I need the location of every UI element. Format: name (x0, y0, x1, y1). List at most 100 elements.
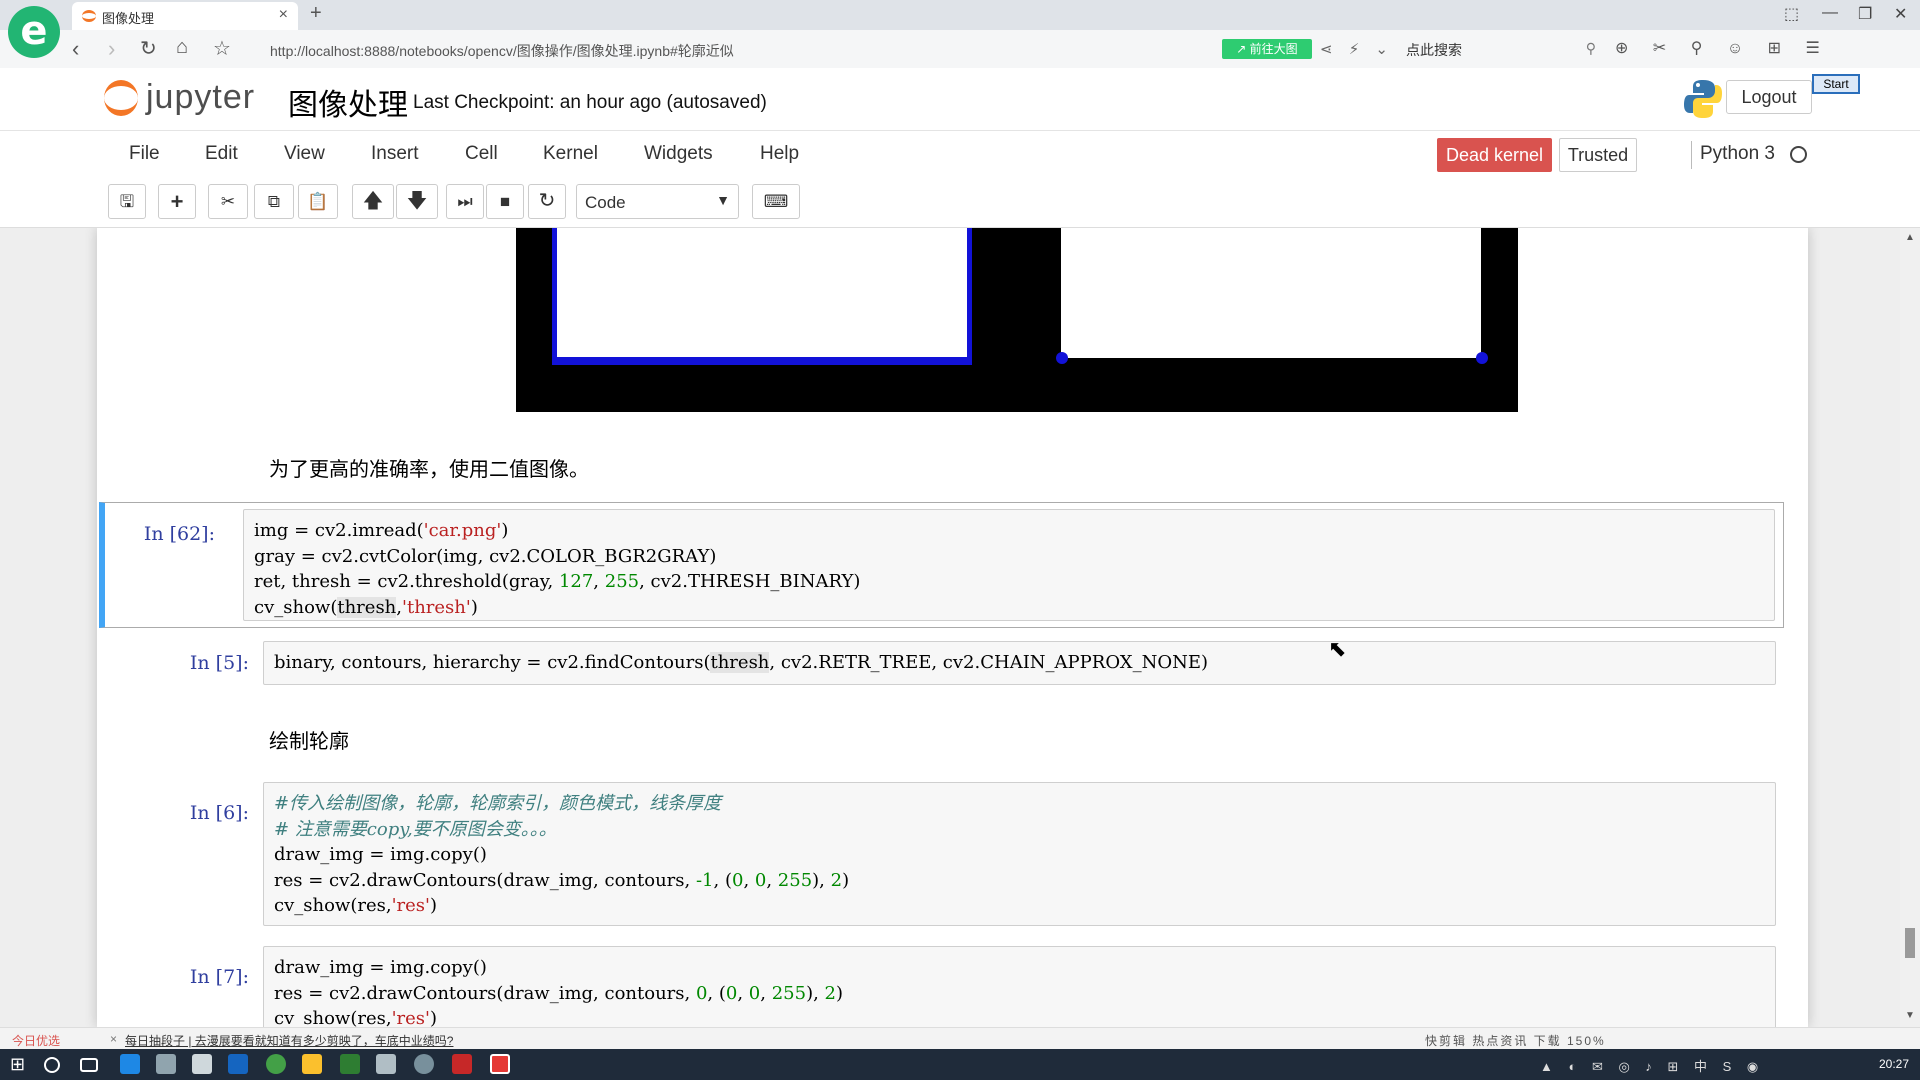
url-badge-button[interactable]: ↗ 前往大图 (1222, 39, 1312, 59)
browser-tab[interactable]: 图像处理 × (72, 2, 298, 30)
app-icon[interactable] (414, 1054, 434, 1074)
menu-widgets[interactable]: Widgets (644, 143, 713, 165)
input-prompt: In [62]: (143, 523, 215, 545)
menu-insert[interactable]: Insert (371, 143, 419, 165)
extension-icons[interactable]: ⊕ ✂ ⚲ ☺ ⊞ ☰ (1615, 38, 1830, 58)
command-palette-button[interactable]: ⌨ (752, 184, 800, 219)
pycharm-icon[interactable] (340, 1054, 360, 1074)
cut-button[interactable]: ✂ (208, 184, 248, 219)
windows-taskbar: ⊞ ▲ ◐ ✉ ◎ ♪ ⊞ 中 S ◉ 20:27 (0, 1049, 1920, 1080)
notebook-name[interactable]: 图像处理 (288, 80, 408, 124)
scroll-up-icon[interactable]: ▲ (1905, 232, 1915, 243)
input-prompt: In [5]: (189, 652, 249, 674)
share-icon[interactable]: ⋖ ⚡ ⌄ (1320, 40, 1394, 58)
code-text: draw_img = img.copy() res = cv2.drawCont… (274, 957, 844, 1027)
interrupt-button[interactable]: ■ (486, 184, 524, 219)
today-picks-label[interactable]: 今日优选 (12, 1032, 60, 1049)
move-down-button[interactable]: 🡇 (396, 184, 438, 219)
menu-help[interactable]: Help (760, 143, 799, 165)
refresh-icon: ↻ (538, 190, 556, 212)
arrow-up-icon: 🡅 (362, 190, 384, 212)
code-input[interactable]: draw_img = img.copy() res = cv2.drawCont… (263, 946, 1776, 1027)
paste-button[interactable]: 📋 (298, 184, 338, 219)
scroll-down-icon[interactable]: ▼ (1905, 1010, 1915, 1021)
code-text: #传入绘制图像，轮廓，轮廓索引，颜色模式，线条厚度 # 注意需要copy,要不原… (274, 793, 850, 916)
menu-cell[interactable]: Cell (465, 143, 498, 165)
folder-icon[interactable] (302, 1054, 322, 1074)
code-cell[interactable]: In [7]: draw_img = img.copy() res = cv2.… (99, 944, 1784, 1027)
code-cell[interactable]: In [5]: binary, contours, hierarchy = cv… (99, 638, 1784, 702)
paste-icon: 📋 (307, 192, 329, 211)
scrollbar-thumb[interactable] (1905, 928, 1915, 958)
kernel-idle-icon (1790, 146, 1807, 163)
checkpoint-status: Last Checkpoint: an hour ago (autosaved) (413, 92, 767, 113)
pin-icon[interactable]: ⬚ (1784, 4, 1799, 24)
trusted-indicator[interactable]: Trusted (1559, 138, 1637, 172)
plus-icon: + (170, 189, 184, 214)
close-window-icon[interactable]: ✕ (1894, 4, 1907, 24)
search-input[interactable]: 点此搜索 ⚲ (1400, 38, 1600, 60)
kernel-name: Python 3 (1700, 143, 1775, 164)
cell-type-select[interactable]: Code ▼ (576, 184, 739, 219)
code-cell[interactable]: In [62]: img = cv2.imread('car.png') gra… (99, 502, 1784, 628)
vscode-icon[interactable] (228, 1054, 248, 1074)
restart-button[interactable]: ↻ (528, 184, 566, 219)
input-prompt: In [6]: (189, 802, 249, 824)
search-icon[interactable] (44, 1057, 60, 1073)
save-button[interactable]: 🖫 (108, 184, 146, 219)
close-tab-icon[interactable]: × (279, 6, 288, 24)
code-input[interactable]: binary, contours, hierarchy = cv2.findCo… (263, 641, 1776, 685)
bookmark-star-icon[interactable]: ☆ (213, 36, 231, 61)
news-link[interactable]: 每日抽段子 | 去漫展要看就知道有多少剪映了，车底中业绩吗? (125, 1032, 453, 1049)
step-forward-icon: ⏭ (457, 192, 473, 211)
jupyter-favicon-icon (82, 10, 96, 22)
insert-cell-button[interactable]: + (158, 184, 196, 219)
refresh-icon[interactable]: ↻ (140, 36, 157, 61)
start-button[interactable]: Start (1812, 74, 1860, 94)
mouse-cursor-icon: ⬉ (1328, 636, 1347, 661)
chrome-icon[interactable] (266, 1054, 286, 1074)
minimize-icon[interactable]: — (1822, 4, 1838, 22)
menu-edit[interactable]: Edit (205, 143, 238, 165)
store-icon[interactable] (156, 1054, 176, 1074)
arrow-down-icon: 🡇 (406, 190, 428, 212)
move-up-button[interactable]: 🡅 (352, 184, 394, 219)
logout-button[interactable]: Logout (1726, 80, 1812, 114)
code-input[interactable]: img = cv2.imread('car.png') gray = cv2.c… (243, 509, 1775, 621)
edge-icon[interactable] (120, 1054, 140, 1074)
run-button[interactable]: ⏭ (446, 184, 484, 219)
close-news-icon[interactable]: × (110, 1032, 117, 1046)
player-icon[interactable] (452, 1054, 472, 1074)
page-scrollbar[interactable]: ▲ ▼ (1900, 228, 1920, 1027)
recorder-icon[interactable] (490, 1054, 510, 1074)
status-tools[interactable]: 快剪辑 热点资讯 下载 150% (1425, 1032, 1606, 1049)
menu-file[interactable]: File (129, 143, 160, 165)
kernel-separator (1691, 141, 1692, 169)
jupyter-menubar: File Edit View Insert Cell Kernel Widget… (0, 130, 1920, 176)
dead-kernel-indicator[interactable]: Dead kernel (1437, 138, 1552, 172)
system-tray-icons[interactable]: ▲ ◐ ✉ ◎ ♪ ⊞ 中 S ◉ (1540, 1056, 1764, 1075)
window-icon[interactable] (376, 1054, 396, 1074)
code-text: binary, contours, hierarchy = cv2.findCo… (274, 652, 1209, 673)
url-field[interactable]: http://localhost:8888/notebooks/opencv/图… (270, 41, 734, 61)
output-shape-right (1061, 228, 1481, 358)
notebook-background: 为了更高的准确率，使用二值图像。 In [62]: img = cv2.imre… (0, 228, 1920, 1027)
cell-type-value: Code (585, 193, 626, 212)
new-tab-icon[interactable]: + (310, 2, 322, 25)
menu-kernel[interactable]: Kernel (543, 143, 598, 165)
home-icon[interactable]: ⌂ (176, 36, 188, 59)
menu-view[interactable]: View (284, 143, 325, 165)
back-icon[interactable]: ‹ (72, 36, 79, 62)
code-cell[interactable]: In [6]: #传入绘制图像，轮廓，轮廓索引，颜色模式，线条厚度 # 注意需要… (99, 780, 1784, 928)
search-icon[interactable]: ⚲ (1586, 40, 1596, 57)
restore-icon[interactable]: ❐ (1858, 4, 1872, 24)
code-input[interactable]: #传入绘制图像，轮廓，轮廓索引，颜色模式，线条厚度 # 注意需要copy,要不原… (263, 782, 1776, 926)
copy-button[interactable]: ⧉ (254, 184, 294, 219)
keyboard-icon: ⌨ (763, 192, 789, 211)
task-view-icon[interactable] (80, 1058, 98, 1072)
code-text: img = cv2.imread('car.png') gray = cv2.c… (254, 520, 861, 618)
windows-start-icon[interactable]: ⊞ (10, 1054, 25, 1075)
forward-icon[interactable]: › (108, 36, 115, 62)
jupyter-toolbar: 🖫 + ✂ ⧉ 📋 🡅 🡇 ⏭ ■ ↻ Code ▼ ⌨ (0, 176, 1920, 228)
mail-icon[interactable] (192, 1054, 212, 1074)
